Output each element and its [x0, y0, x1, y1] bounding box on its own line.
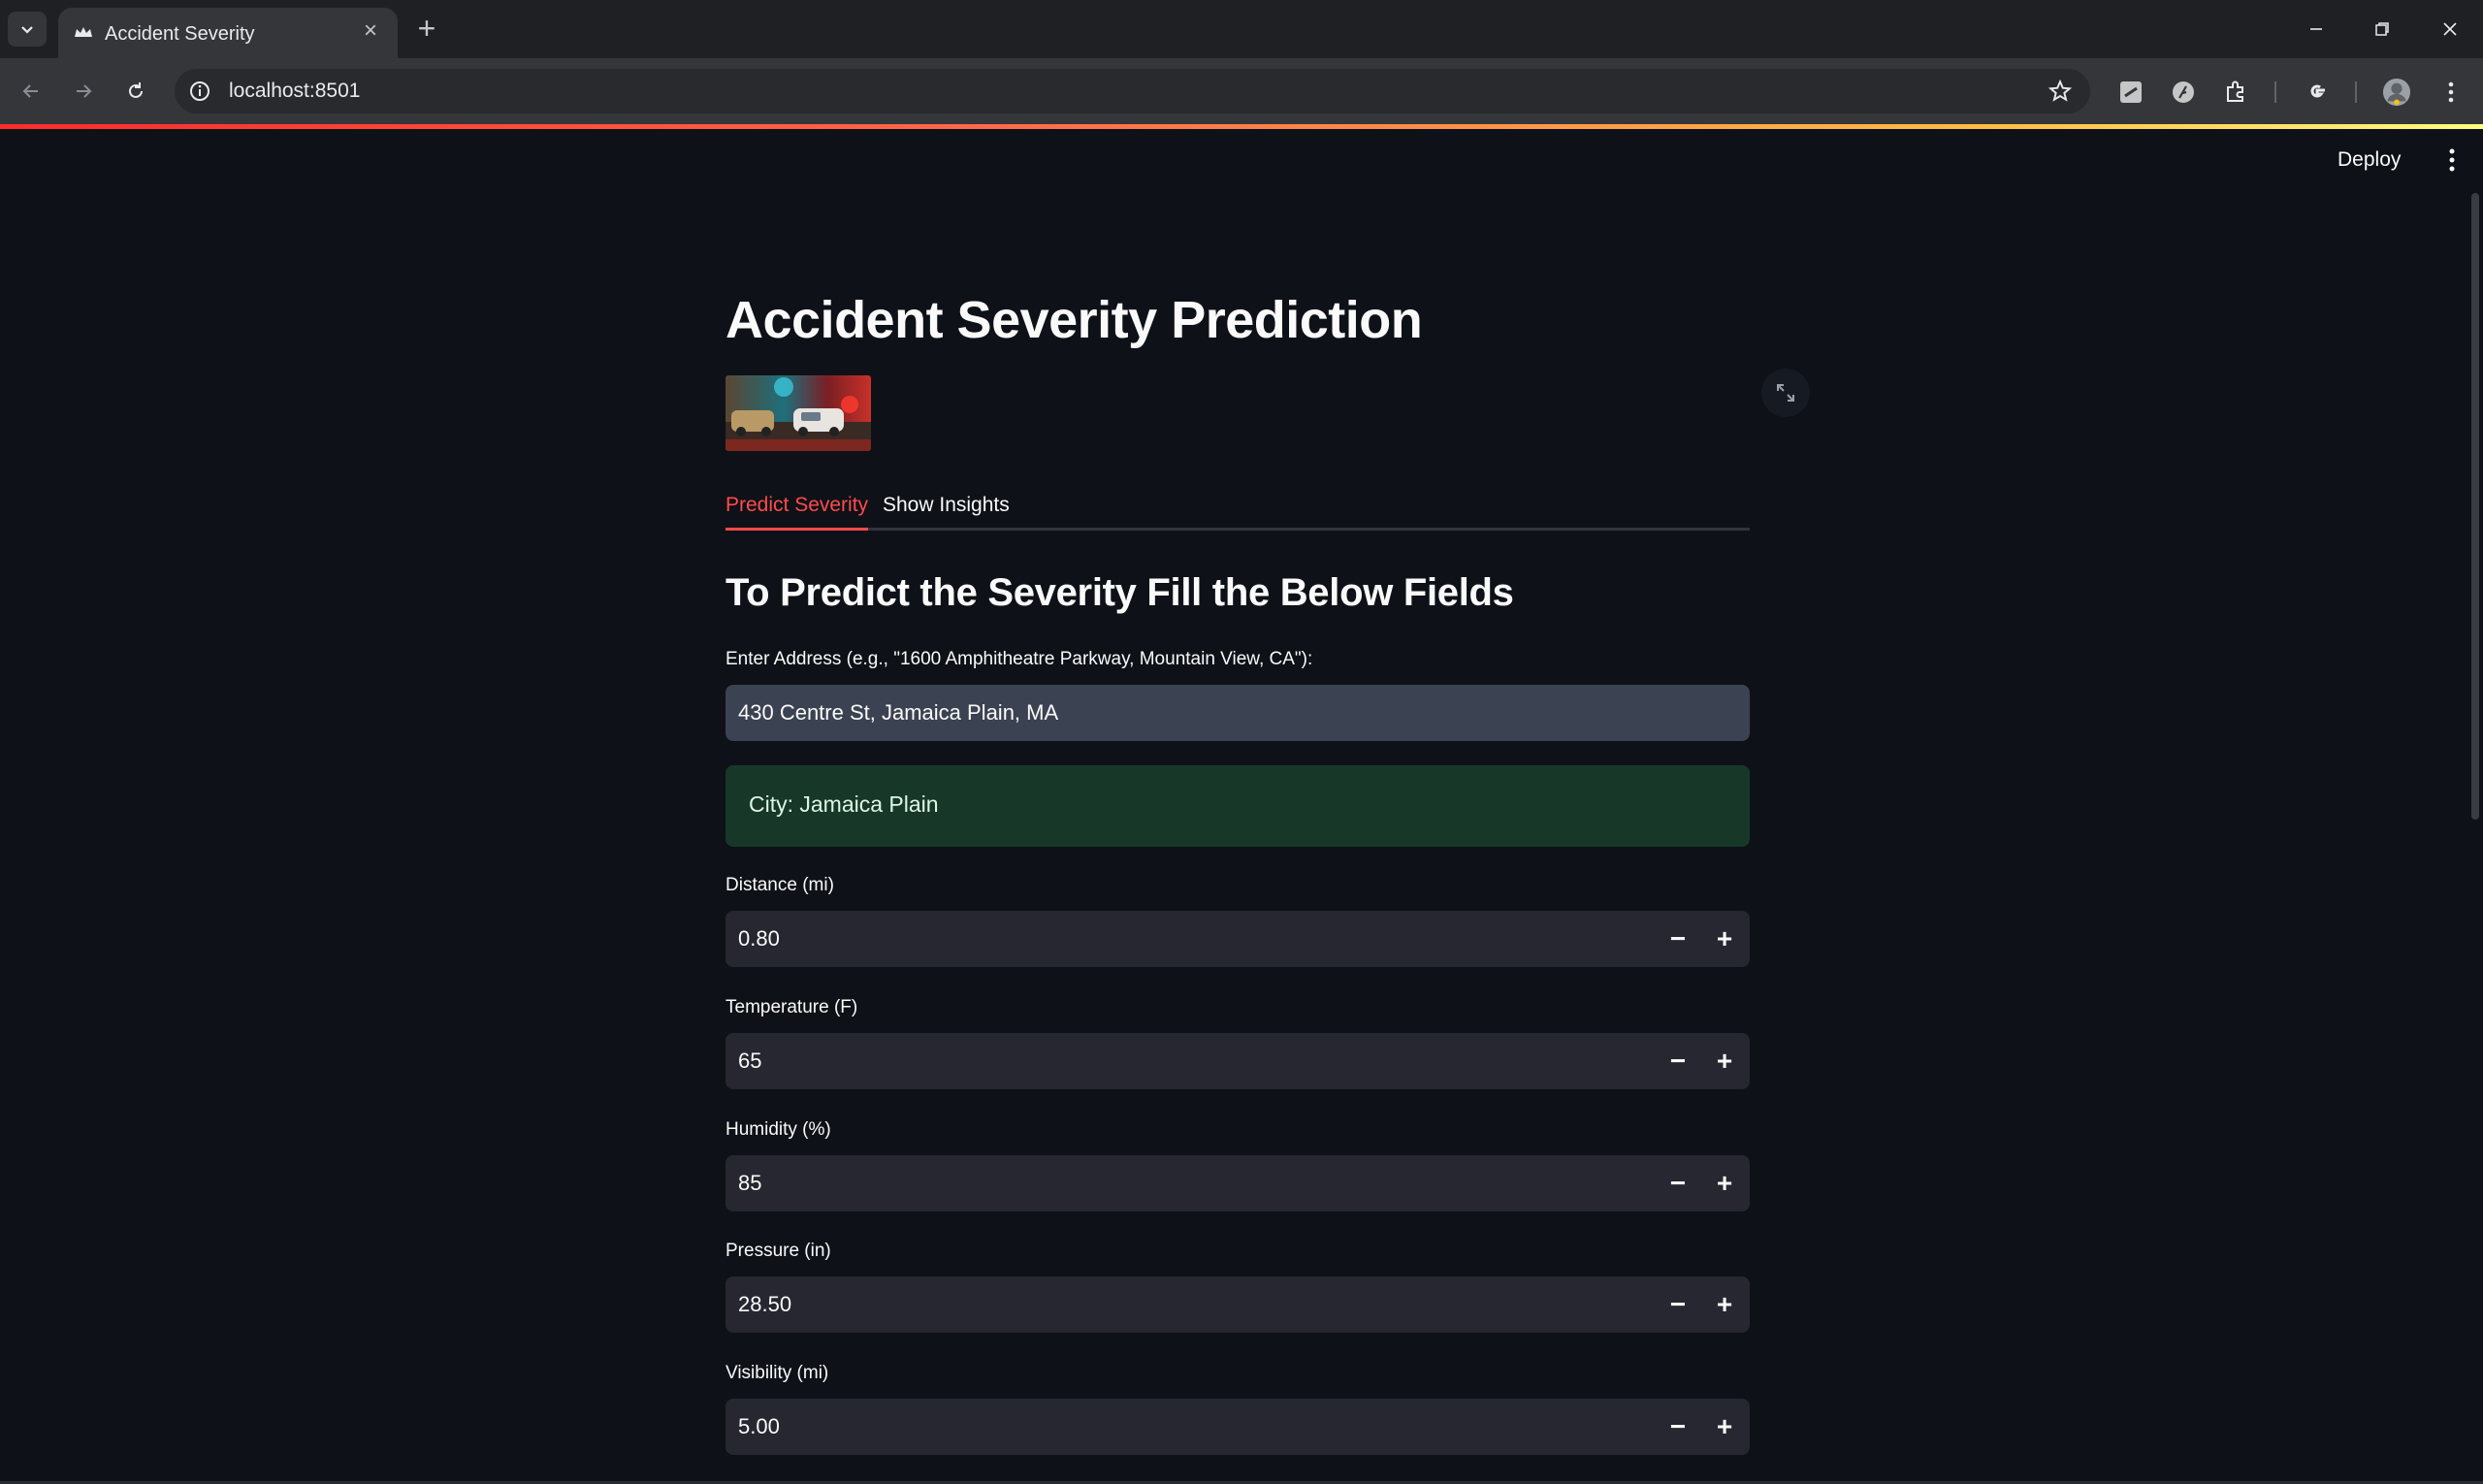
address-label: Enter Address (e.g., "1600 Amphitheatre … [726, 649, 1313, 669]
tab-title: Accident Severity [105, 23, 255, 45]
close-icon [2443, 22, 2457, 36]
browser-tab-bar: Accident Severity × + [0, 0, 2483, 58]
humidity-decrement-button[interactable]: − [1655, 1155, 1701, 1211]
restore-button[interactable] [2359, 10, 2405, 48]
accident-image [726, 375, 871, 451]
browser-tab[interactable]: Accident Severity × [58, 8, 398, 58]
streamlit-crown-icon [75, 27, 92, 37]
profile-avatar[interactable] [2382, 78, 2411, 107]
pressure-value[interactable]: 28.50 [738, 1292, 791, 1317]
distance-decrement-button[interactable]: − [1655, 911, 1701, 967]
close-window-button[interactable] [2427, 10, 2473, 48]
app-container: Deploy Accident Severity Prediction Pred… [0, 129, 2483, 1484]
tab-list: Predict Severity Show Insights [726, 490, 1750, 531]
back-button[interactable] [12, 72, 50, 111]
app-menu-icon[interactable] [2440, 146, 2464, 174]
expand-icon [1777, 384, 1794, 402]
visibility-increment-button[interactable]: + [1701, 1399, 1748, 1455]
temperature-value[interactable]: 65 [738, 1048, 761, 1074]
temperature-label: Temperature (F) [726, 997, 858, 1017]
browser-menu-icon[interactable] [2436, 78, 2466, 107]
visibility-decrement-button[interactable]: − [1655, 1399, 1701, 1455]
info-icon[interactable] [188, 80, 211, 103]
url-text: localhost:8501 [229, 80, 361, 102]
reload-icon [129, 82, 143, 98]
city-success-alert: City: Jamaica Plain [726, 765, 1750, 847]
humidity-value[interactable]: 85 [738, 1171, 761, 1196]
pressure-input[interactable]: 28.50 − + [726, 1276, 1750, 1333]
temperature-decrement-button[interactable]: − [1655, 1033, 1701, 1089]
visibility-input[interactable]: 5.00 − + [726, 1399, 1750, 1455]
address-bar[interactable]: localhost:8501 [175, 69, 2090, 113]
reload-button[interactable] [116, 72, 155, 111]
arrow-left-icon [22, 84, 38, 98]
toolbar-separator [2355, 81, 2357, 103]
tab-show-insights[interactable]: Show Insights [883, 490, 1010, 531]
minimize-icon [2310, 28, 2322, 30]
chevron-down-icon [21, 26, 33, 34]
pressure-label: Pressure (in) [726, 1241, 831, 1261]
close-tab-icon[interactable]: × [357, 17, 384, 45]
visibility-label: Visibility (mi) [726, 1363, 829, 1383]
humidity-increment-button[interactable]: + [1701, 1155, 1748, 1211]
humidity-input[interactable]: 85 − + [726, 1155, 1750, 1211]
tab-search-button[interactable] [8, 12, 47, 47]
page-scrollbar[interactable] [2471, 193, 2479, 820]
extension-feather-icon[interactable] [2169, 78, 2198, 107]
humidity-label: Humidity (%) [726, 1119, 831, 1140]
tab-predict-severity[interactable]: Predict Severity [726, 490, 869, 531]
distance-label: Distance (mi) [726, 875, 834, 895]
temperature-increment-button[interactable]: + [1701, 1033, 1748, 1089]
forward-button[interactable] [64, 72, 103, 111]
pressure-increment-button[interactable]: + [1701, 1276, 1748, 1333]
extension-sheets-icon[interactable] [2116, 78, 2145, 107]
browser-toolbar: localhost:8501 [0, 58, 2483, 124]
new-tab-button[interactable]: + [409, 12, 444, 47]
restore-icon [2375, 22, 2389, 36]
arrow-right-icon [77, 84, 92, 98]
distance-increment-button[interactable]: + [1701, 911, 1748, 967]
extensions-puzzle-icon[interactable] [2221, 78, 2250, 107]
deploy-button[interactable]: Deploy [2338, 148, 2401, 172]
toolbar-separator [2274, 81, 2276, 103]
distance-input[interactable]: 0.80 − + [726, 911, 1750, 967]
temperature-input[interactable]: 65 − + [726, 1033, 1750, 1089]
address-input[interactable]: 430 Centre St, Jamaica Plain, MA [726, 685, 1750, 741]
section-title: To Predict the Severity Fill the Below F… [726, 571, 1514, 614]
pressure-decrement-button[interactable]: − [1655, 1276, 1701, 1333]
bookmark-star-icon[interactable] [2048, 79, 2073, 104]
page-title: Accident Severity Prediction [726, 291, 1423, 349]
distance-value[interactable]: 0.80 [738, 926, 780, 952]
fullscreen-button[interactable] [1761, 369, 1810, 417]
google-g-icon[interactable] [2303, 78, 2332, 107]
visibility-value[interactable]: 5.00 [738, 1414, 780, 1439]
minimize-button[interactable] [2293, 10, 2339, 48]
